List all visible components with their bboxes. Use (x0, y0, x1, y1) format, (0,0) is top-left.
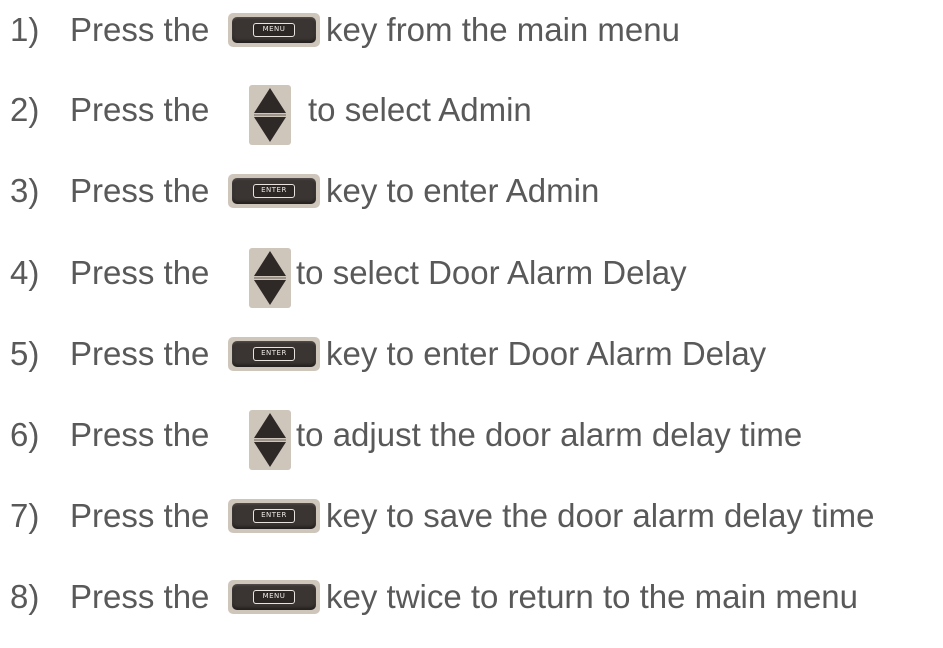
step-lead-text: Press the (70, 91, 210, 128)
step-7: 7) Press the ENTER key to save the door … (0, 486, 943, 556)
enter-key-icon: ENTER (228, 174, 320, 208)
step-number: 8) (10, 578, 40, 615)
step-tail-text: key to enter Door Alarm Delay (326, 335, 767, 372)
step-lead-text: Press the (70, 254, 210, 291)
step-number: 1) (10, 11, 40, 48)
step-number: 3) (10, 172, 40, 209)
step-lead-text: Press the (70, 172, 210, 209)
menu-key-icon: MENU (228, 13, 320, 47)
step-lead-text: Press the (70, 416, 210, 453)
step-tail-text: key twice to return to the main menu (326, 578, 858, 615)
menu-key-icon: MENU (228, 580, 320, 614)
step-tail-text: key from the main menu (326, 11, 680, 48)
step-tail-text: to adjust the door alarm delay time (296, 416, 803, 453)
step-number: 5) (10, 335, 40, 372)
enter-key-icon: ENTER (228, 337, 320, 371)
instruction-list: 1) Press the MENU key from the main menu… (0, 0, 943, 648)
step-5: 5) Press the ENTER key to enter Door Ala… (0, 324, 943, 394)
step-lead-text: Press the (70, 335, 210, 372)
step-2: 2) Press the to select Admin (0, 80, 943, 150)
up-down-arrow-icon (249, 85, 291, 145)
enter-key-icon: ENTER (228, 499, 320, 533)
step-1: 1) Press the MENU key from the main menu (0, 0, 943, 70)
step-number: 2) (10, 91, 40, 128)
up-down-arrow-icon (249, 248, 291, 308)
step-lead-text: Press the (70, 497, 210, 534)
step-number: 6) (10, 416, 40, 453)
step-6: 6) Press the to adjust the door alarm de… (0, 405, 943, 475)
step-tail-text: key to enter Admin (326, 172, 600, 209)
step-tail-text: to select Door Alarm Delay (296, 254, 687, 291)
step-tail-text: to select Admin (308, 91, 532, 128)
step-lead-text: Press the (70, 578, 210, 615)
step-tail-text: key to save the door alarm delay time (326, 497, 875, 534)
step-4: 4) Press the to select Door Alarm Delay (0, 243, 943, 313)
step-8: 8) Press the MENU key twice to return to… (0, 567, 943, 637)
step-number: 4) (10, 254, 40, 291)
up-down-arrow-icon (249, 410, 291, 470)
step-lead-text: Press the (70, 11, 210, 48)
step-3: 3) Press the ENTER key to enter Admin (0, 161, 943, 231)
step-number: 7) (10, 497, 40, 534)
